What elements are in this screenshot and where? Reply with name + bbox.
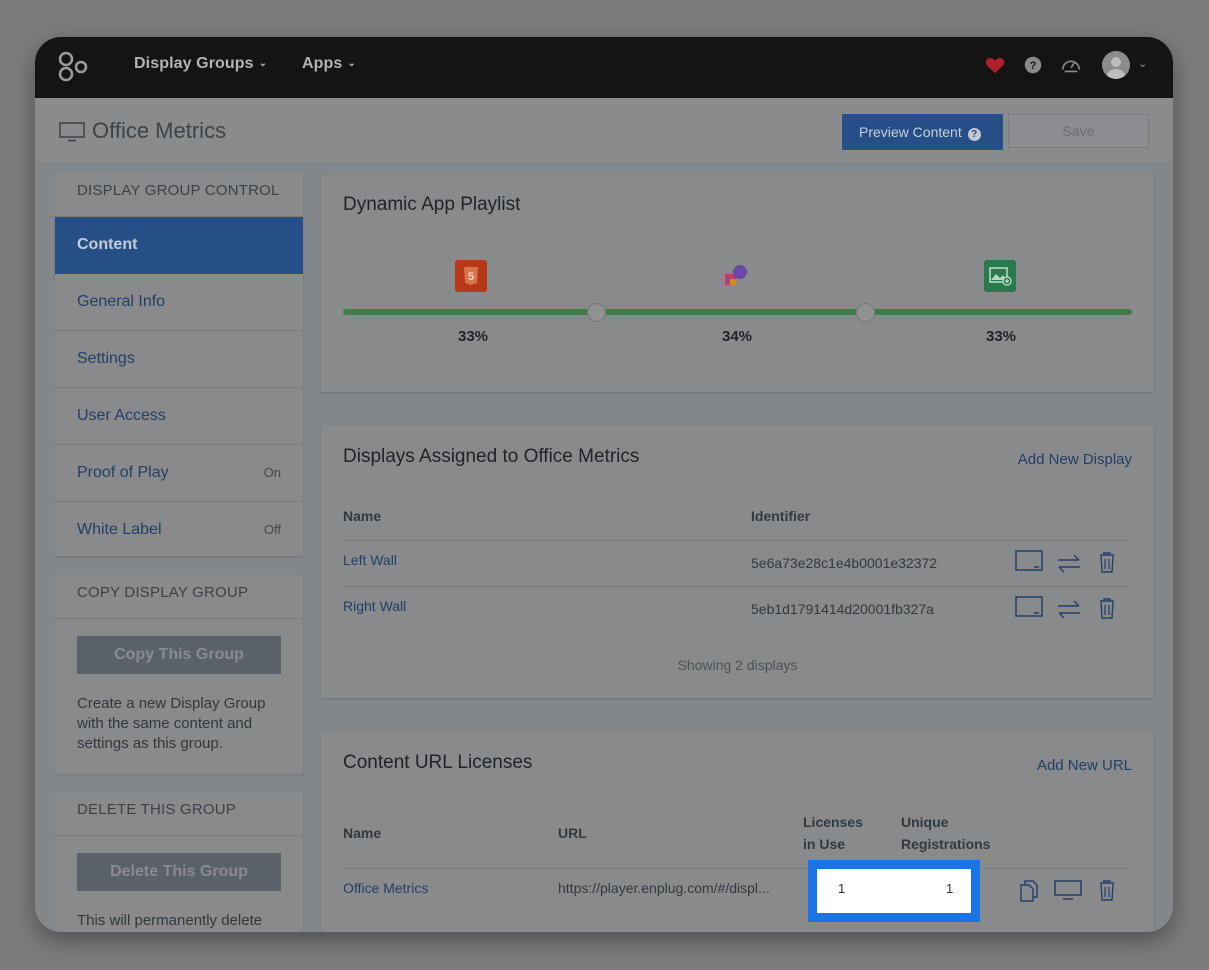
add-new-url-link[interactable]: Add New URL <box>1037 757 1132 774</box>
display-name-link[interactable]: Left Wall <box>343 552 397 568</box>
sidebar-item-label: General Info <box>77 293 166 310</box>
panel-title: DISPLAY GROUP CONTROL <box>55 172 303 217</box>
shapes-app-icon[interactable] <box>721 260 753 292</box>
sidebar-item-content[interactable]: Content <box>55 217 303 274</box>
content-url-licenses-card: Content URL Licenses Add New URL Name UR… <box>321 732 1154 932</box>
column-header-url: URL <box>558 825 587 841</box>
playlist-slider-track[interactable] <box>343 309 1132 315</box>
heart-icon[interactable] <box>984 54 1006 76</box>
status-toggle: On <box>263 465 281 480</box>
licenses-in-use-value: 1 <box>838 881 846 896</box>
column-header-name: Name <box>343 508 382 524</box>
top-navbar: Display Groups ⌄ Apps ⌄ ? ⌄ <box>35 37 1173 98</box>
trash-icon[interactable] <box>1093 879 1121 901</box>
user-silhouette-icon <box>1107 57 1125 79</box>
sidebar-item-label: Content <box>77 236 138 253</box>
column-header-name: Name <box>343 825 382 841</box>
svg-text:?: ? <box>1030 60 1037 72</box>
nav-apps[interactable]: Apps ⌄ <box>302 55 356 73</box>
nav-display-groups-label: Display Groups <box>134 55 254 72</box>
copy-group-button[interactable]: Copy This Group <box>77 636 281 674</box>
nav-apps-label: Apps <box>302 55 343 72</box>
divider <box>343 586 1132 587</box>
app-share-percent: 33% <box>985 328 1017 345</box>
help-icon[interactable]: ? <box>1022 54 1044 76</box>
add-new-display-link[interactable]: Add New Display <box>1018 451 1132 468</box>
svg-text:5: 5 <box>468 271 474 283</box>
copy-display-group-panel: COPY DISPLAY GROUP Copy This Group Creat… <box>55 574 303 774</box>
sidebar-item-general-info[interactable]: General Info <box>55 274 303 331</box>
slider-handle[interactable] <box>587 303 606 322</box>
dynamic-app-playlist-card: Dynamic App Playlist 5 33% 34% 33% <box>321 174 1154 392</box>
display-group-control-panel: DISPLAY GROUP CONTROL Content General In… <box>55 172 303 556</box>
swap-arrows-icon[interactable] <box>1055 552 1083 574</box>
column-header-line: Licenses <box>803 814 863 830</box>
preview-content-button[interactable]: Preview Content? <box>842 114 1003 150</box>
highlighted-license-counts[interactable]: 1 1 <box>808 860 980 922</box>
page-header: Office Metrics Preview Content? Save <box>35 98 1173 164</box>
unique-registrations-value: 1 <box>946 881 954 896</box>
delete-group-button[interactable]: Delete This Group <box>77 853 281 891</box>
preview-content-label: Preview Content <box>859 123 962 140</box>
app-share-percent: 34% <box>721 328 753 345</box>
swap-arrows-icon[interactable] <box>1055 598 1083 620</box>
app-share-percent: 33% <box>457 328 489 345</box>
trash-icon[interactable] <box>1093 597 1121 619</box>
display-identifier: 5e6a73e28c1e4b0001e32372 <box>751 555 938 571</box>
dashboard-gauge-icon[interactable] <box>1060 54 1082 76</box>
chevron-down-icon: ⌄ <box>258 58 268 69</box>
copy-document-icon[interactable] <box>1015 880 1043 902</box>
displays-assigned-card: Displays Assigned to Office Metrics Add … <box>321 426 1154 698</box>
column-header-line: in Use <box>803 836 846 852</box>
copy-group-description: Create a new Display Group with the same… <box>77 695 266 752</box>
license-url: https://player.enplug.com/#/displ... <box>558 880 770 896</box>
column-header-line: Unique <box>901 814 949 830</box>
panel-title: DELETE THIS GROUP <box>55 791 303 836</box>
card-title: Dynamic App Playlist <box>343 194 521 215</box>
nav-display-groups[interactable]: Display Groups ⌄ <box>134 55 267 73</box>
panel-title: COPY DISPLAY GROUP <box>55 574 303 619</box>
sidebar-item-user-access[interactable]: User Access <box>55 388 303 445</box>
sidebar-item-white-label[interactable]: White Label Off <box>55 502 303 559</box>
delete-group-panel: DELETE THIS GROUP Delete This Group This… <box>55 791 303 932</box>
page-title: Office Metrics <box>92 118 227 143</box>
sidebar-item-label: Proof of Play <box>77 464 169 481</box>
monitor-icon <box>59 122 85 142</box>
html5-app-icon[interactable]: 5 <box>455 260 487 292</box>
chevron-down-icon[interactable]: ⌄ <box>1138 57 1147 70</box>
sidebar-item-settings[interactable]: Settings <box>55 331 303 388</box>
column-header-identifier: Identifier <box>751 508 811 524</box>
license-name-link[interactable]: Office Metrics <box>343 880 428 896</box>
chevron-down-icon: ⌄ <box>347 58 356 69</box>
user-avatar[interactable] <box>1102 51 1130 79</box>
help-icon: ? <box>967 127 981 141</box>
card-title: Displays Assigned to Office Metrics <box>343 446 640 467</box>
delete-group-description: This will permanently delete <box>77 912 263 929</box>
display-preview-icon[interactable] <box>1054 880 1082 902</box>
trash-icon[interactable] <box>1093 551 1121 573</box>
display-preview-icon[interactable] <box>1015 550 1043 572</box>
slider-handle[interactable] <box>856 303 875 322</box>
column-header-licenses-in-use: Licenses in Use <box>803 811 863 855</box>
divider <box>343 540 1132 541</box>
image-app-icon[interactable] <box>984 260 1016 292</box>
display-identifier: 5eb1d1791414d20001fb327a <box>751 601 934 617</box>
enplug-logo-icon[interactable] <box>57 51 89 83</box>
save-button[interactable]: Save <box>1008 114 1149 148</box>
sidebar-item-label: User Access <box>77 407 166 424</box>
column-header-line: Registrations <box>901 836 991 852</box>
display-name-link[interactable]: Right Wall <box>343 598 406 614</box>
sidebar-item-proof-of-play[interactable]: Proof of Play On <box>55 445 303 502</box>
sidebar-item-label: Settings <box>77 350 135 367</box>
status-toggle: Off <box>263 522 281 537</box>
sidebar-item-label: White Label <box>77 521 162 538</box>
app-window: Display Groups ⌄ Apps ⌄ ? ⌄ Office Metri… <box>35 37 1173 932</box>
divider <box>343 868 1132 869</box>
displays-count-note: Showing 2 displays <box>677 657 798 673</box>
card-title: Content URL Licenses <box>343 752 533 773</box>
column-header-unique-registrations: Unique Registrations <box>901 811 990 855</box>
display-preview-icon[interactable] <box>1015 596 1043 618</box>
